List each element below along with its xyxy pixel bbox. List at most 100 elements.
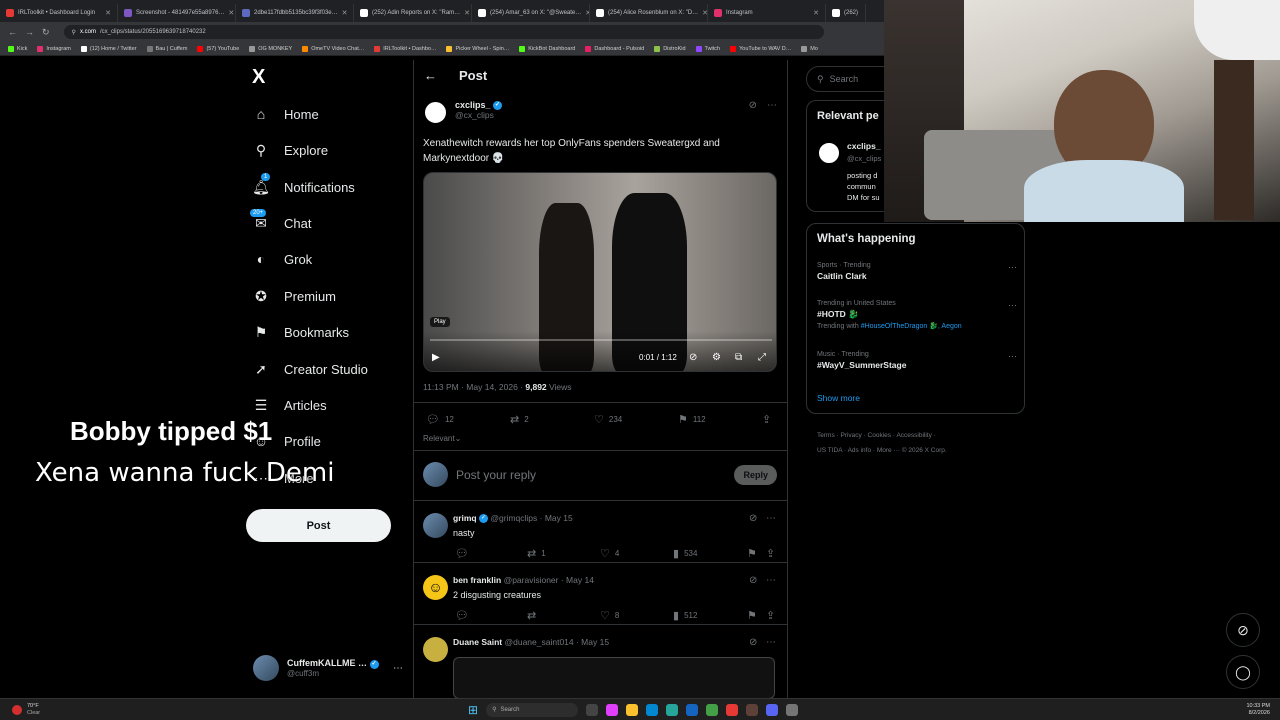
nav-item-premium[interactable]: ✪ Premium bbox=[252, 287, 336, 305]
reply-action[interactable]: 💬︎ bbox=[455, 609, 469, 622]
relevant-name[interactable]: cxclips_ bbox=[847, 141, 881, 151]
author-name[interactable]: cxclips_ bbox=[455, 100, 491, 110]
reply-button[interactable]: 💬︎ 12 bbox=[426, 413, 454, 426]
app-icon[interactable] bbox=[786, 703, 799, 716]
search-input[interactable]: Search bbox=[830, 74, 859, 84]
more-icon[interactable]: ⋯ bbox=[1008, 351, 1017, 362]
close-icon[interactable]: ✕ bbox=[464, 9, 470, 17]
pip-icon[interactable]: ⧉ bbox=[735, 352, 742, 363]
bookmark[interactable]: OG MONKEY bbox=[249, 45, 292, 52]
repost-action[interactable]: ⇄ bbox=[527, 609, 536, 622]
app-icon[interactable] bbox=[706, 703, 719, 716]
bookmark[interactable]: KickBot Dashboard bbox=[519, 45, 575, 52]
nav-item-chat[interactable]: ✉ 20+ Chat bbox=[250, 209, 311, 232]
avatar[interactable] bbox=[423, 637, 448, 662]
repost-action[interactable]: ⇄ 1 bbox=[527, 547, 546, 560]
views-action[interactable]: ▮ 534 bbox=[673, 547, 697, 560]
back-arrow-icon[interactable]: ← bbox=[424, 68, 437, 83]
file-explorer-icon[interactable] bbox=[626, 703, 639, 716]
more-icon[interactable]: ⋯ bbox=[766, 637, 776, 648]
more-icon[interactable]: ⋯ bbox=[393, 663, 403, 674]
chat-floating-button[interactable]: ◯ bbox=[1226, 655, 1260, 689]
progress-bar[interactable] bbox=[430, 339, 772, 341]
more-icon[interactable]: ⋯ bbox=[766, 575, 776, 586]
trend-item[interactable]: Music · Trending #WayV_SummerStage ⋯ bbox=[817, 351, 1017, 370]
post-timestamp[interactable]: 11:13 PM · May 14, 2026 · bbox=[423, 382, 525, 392]
bookmark[interactable]: (12) Home / Twitter bbox=[80, 45, 137, 52]
windows-start-icon[interactable]: ⊞ bbox=[468, 703, 478, 717]
browser-tab[interactable]: 2dbe117fdbb5135bc39f3f03e… ✕ bbox=[236, 3, 354, 22]
system-clock[interactable]: 10:33 PM 8/2/2026 bbox=[1246, 703, 1280, 717]
reply-button[interactable]: Reply bbox=[734, 464, 777, 485]
nav-item-bookmarks[interactable]: ⚑ Bookmarks bbox=[252, 323, 349, 341]
views-action[interactable]: ▮ 512 bbox=[673, 609, 697, 622]
reply-input[interactable]: Post your reply bbox=[456, 468, 536, 482]
post-button[interactable]: Post bbox=[246, 509, 391, 542]
nav-item-notifications[interactable]: 🔔︎ 1 Notifications bbox=[252, 173, 355, 196]
app-icon[interactable] bbox=[666, 703, 679, 716]
bookmark[interactable]: IRLToolkit • Dashbo… bbox=[374, 45, 436, 52]
app-icon[interactable] bbox=[746, 703, 759, 716]
reply-author[interactable]: Duane Saint bbox=[453, 637, 502, 647]
nav-item-articles[interactable]: ☰ Articles bbox=[252, 396, 327, 414]
bookmark[interactable]: (57) YouTube bbox=[197, 45, 239, 52]
avatar[interactable] bbox=[423, 100, 448, 125]
site-info-icon[interactable]: ⚲ bbox=[72, 29, 76, 36]
bookmark[interactable]: Bau | Cuffem bbox=[146, 45, 187, 52]
app-icon[interactable] bbox=[606, 703, 619, 716]
grok-icon[interactable]: ⊘ bbox=[749, 575, 757, 586]
share-button[interactable]: ⇪ bbox=[762, 413, 771, 426]
bookmark[interactable]: Dashboard - Pulsoid bbox=[585, 45, 644, 52]
nav-item-explore[interactable]: ⚲ Explore bbox=[252, 141, 328, 159]
reply-action[interactable]: 💬︎ bbox=[455, 547, 469, 560]
like-button[interactable]: ♡ 234 bbox=[594, 413, 622, 426]
close-icon[interactable]: ✕ bbox=[813, 9, 819, 17]
close-icon[interactable]: ✕ bbox=[342, 9, 348, 17]
reload-icon[interactable]: ↻ bbox=[42, 27, 50, 38]
share-action[interactable]: ⇪ bbox=[766, 547, 775, 560]
reply-item[interactable]: Duane Saint @duane_saint014 · May 15 ⊘ ⋯ bbox=[414, 624, 788, 699]
avatar[interactable] bbox=[423, 513, 448, 538]
like-action[interactable]: ♡ 4 bbox=[600, 547, 619, 560]
nav-item-grok[interactable]: ◐ Grok bbox=[252, 250, 312, 268]
sort-replies[interactable]: Relevant⌄ bbox=[423, 434, 461, 443]
settings-icon[interactable]: ⚙ bbox=[712, 352, 721, 363]
nav-item-home[interactable]: ⌂ Home bbox=[252, 105, 319, 123]
reply-author[interactable]: ben franklin bbox=[453, 575, 501, 585]
avatar[interactable] bbox=[817, 141, 841, 165]
browser-tab[interactable]: (254) Alice Rosenblum on X: "D… ✕ bbox=[590, 3, 708, 22]
show-more-link[interactable]: Show more bbox=[817, 393, 860, 403]
trend-related-link[interactable]: #HouseOfTheDragon 🐉, Aegon bbox=[861, 323, 962, 330]
browser-tab[interactable]: (252) Adin Reports on X: "Ram… ✕ bbox=[354, 3, 472, 22]
task-view-icon[interactable] bbox=[586, 703, 599, 716]
close-icon[interactable]: ✕ bbox=[105, 9, 111, 17]
grok-floating-button[interactable]: ⊘ bbox=[1226, 613, 1260, 647]
forward-icon[interactable]: → bbox=[25, 27, 34, 37]
more-icon[interactable]: ⋯ bbox=[767, 100, 777, 125]
footer-line[interactable]: Terms · Privacy · Cookies · Accessibilit… bbox=[817, 428, 947, 443]
grok-icon[interactable]: ⊘ bbox=[749, 637, 757, 648]
trend-item[interactable]: Trending in United States #HOTD 🐉 Trendi… bbox=[817, 300, 1017, 330]
fullscreen-icon[interactable]: ⤢ bbox=[758, 352, 766, 363]
bookmark-action[interactable]: ⚑ bbox=[747, 547, 757, 560]
back-icon[interactable]: ← bbox=[8, 27, 17, 37]
reply-item[interactable]: grimq ✓ @grimqclips · May 15 nasty ⊘ ⋯ 💬… bbox=[414, 500, 788, 562]
emoji-avatar[interactable]: ☺ bbox=[423, 575, 448, 600]
more-icon[interactable]: ⋯ bbox=[1008, 262, 1017, 273]
weather-widget[interactable]: 70°F Clear bbox=[0, 703, 200, 717]
trend-item[interactable]: Sports · Trending Caitlin Clark ⋯ bbox=[817, 262, 1017, 281]
taskbar-search[interactable]: ⚲ Search bbox=[486, 702, 579, 717]
bookmark[interactable]: Mo bbox=[801, 45, 818, 52]
grok-icon[interactable]: ⊘ bbox=[749, 513, 757, 524]
x-logo[interactable]: X bbox=[252, 66, 265, 89]
browser-tab[interactable]: Screenshot - 481497e55a8976… ✕ bbox=[118, 3, 236, 22]
more-icon[interactable]: ⋯ bbox=[766, 513, 776, 524]
reply-item[interactable]: ☺ ben franklin @paravisioner · May 14 2 … bbox=[414, 562, 788, 624]
author-handle[interactable]: @cx_clips bbox=[455, 110, 502, 120]
mute-icon[interactable]: ⊘ bbox=[689, 352, 697, 363]
bookmark-button[interactable]: ⚑ 112 bbox=[678, 413, 706, 426]
repost-button[interactable]: ⇄ 2 bbox=[510, 413, 529, 426]
nav-item-creator-studio[interactable]: ➚ Creator Studio bbox=[252, 360, 368, 378]
play-icon[interactable]: ▶ bbox=[432, 352, 440, 363]
chrome-icon[interactable] bbox=[726, 703, 739, 716]
